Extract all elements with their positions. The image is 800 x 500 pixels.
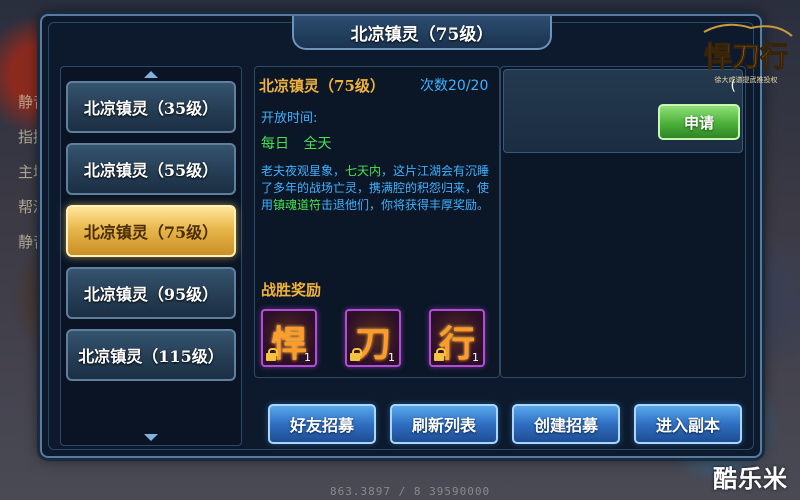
- level-item-55[interactable]: 北凉镇灵（55级）: [66, 143, 236, 195]
- scroll-down-icon[interactable]: [144, 434, 158, 441]
- reward-quantity: 1: [472, 351, 479, 364]
- dungeon-detail-panel: 北凉镇灵（75级） 次数20/20 开放时间: 每日 全天 老夫夜观星象，七天内…: [254, 66, 500, 378]
- open-time-label: 开放时间:: [261, 111, 318, 126]
- team-entry-text: (: [730, 78, 736, 94]
- reward-item-1[interactable]: 悍 1: [261, 309, 317, 367]
- reward-item-3[interactable]: 行 1: [429, 309, 485, 367]
- refresh-list-button[interactable]: 刷新列表: [390, 404, 498, 444]
- reward-quantity: 1: [388, 351, 395, 364]
- level-item-35[interactable]: 北凉镇灵（35级）: [66, 81, 236, 133]
- lock-icon: [434, 348, 446, 361]
- apply-button[interactable]: 申请: [658, 104, 740, 140]
- dungeon-description: 老夫夜观星象，七天内，这片江湖会有沉睡了多年的战场亡灵，携满腔的积怨归来，使用镇…: [261, 164, 490, 212]
- dialog-title: 北凉镇灵（75级）: [350, 24, 494, 45]
- enter-dungeon-button[interactable]: 进入副本: [634, 404, 742, 444]
- scroll-up-icon[interactable]: [144, 71, 158, 78]
- lock-icon: [266, 348, 278, 361]
- level-item-95[interactable]: 北凉镇灵（95级）: [66, 267, 236, 319]
- level-item-115[interactable]: 北凉镇灵（115级）: [66, 329, 236, 381]
- dialog-title-tab: 北凉镇灵（75级）: [292, 16, 552, 50]
- watermark-logo: 酷乐米: [713, 465, 788, 493]
- level-list[interactable]: 北凉镇灵（35级） 北凉镇灵（55级） 北凉镇灵（75级） 北凉镇灵（95级） …: [60, 66, 242, 446]
- background-bottom-text: 863.3897 / 8 39590000: [330, 485, 491, 498]
- attempt-count: 次数20/20: [420, 78, 489, 94]
- open-time-value: 每日 全天: [261, 136, 332, 152]
- detail-title: 北凉镇灵（75级）: [259, 77, 385, 95]
- lock-icon: [350, 348, 362, 361]
- reward-quantity: 1: [304, 351, 311, 364]
- reward-item-2[interactable]: 刀 1: [345, 309, 401, 367]
- create-recruit-button[interactable]: 创建招募: [512, 404, 620, 444]
- friend-recruit-button[interactable]: 好友招募: [268, 404, 376, 444]
- reward-label: 战胜奖励: [261, 281, 322, 299]
- level-item-75[interactable]: 北凉镇灵（75级）: [66, 205, 236, 257]
- team-list-panel: ( 申请: [500, 66, 746, 378]
- dungeon-dialog: 北凉镇灵（75级） 北凉镇灵（35级） 北凉镇灵（55级） 北凉镇灵（75级） …: [40, 14, 762, 458]
- team-entry: ( 申请: [503, 69, 743, 153]
